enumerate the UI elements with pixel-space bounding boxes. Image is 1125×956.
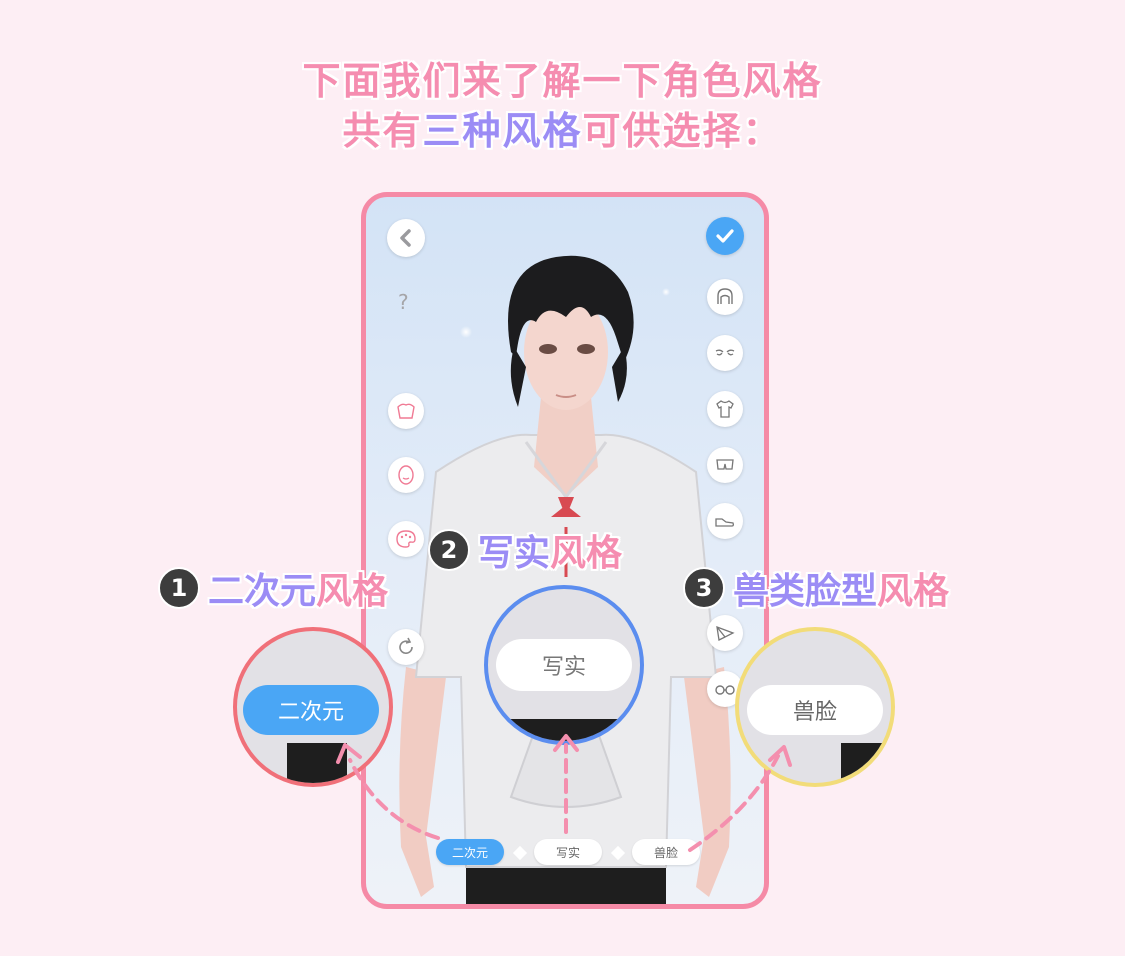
shirt-icon xyxy=(716,400,734,418)
zoom-beast-button: 兽脸 xyxy=(747,685,883,735)
reset-icon xyxy=(399,637,413,654)
intro-line-2-a: 共有 xyxy=(342,109,423,153)
fan-button[interactable] xyxy=(707,615,743,651)
body-button[interactable] xyxy=(388,393,424,429)
eyes-icon xyxy=(715,349,735,356)
tab-anime[interactable]: 二次元 xyxy=(436,839,504,865)
intro-line-1: 下面我们来了解一下角色风格 xyxy=(302,59,823,103)
body-icon xyxy=(397,403,415,419)
callout-beast: 3 兽类脸型 风格 xyxy=(683,562,949,614)
callout-title: 兽类脸型 xyxy=(733,571,878,612)
pants-icon xyxy=(716,459,734,470)
shirt-button[interactable] xyxy=(707,391,743,427)
face-icon xyxy=(398,465,414,485)
help-icon[interactable]: ? xyxy=(398,290,409,314)
callout-number: 2 xyxy=(428,529,470,571)
eyes-button[interactable] xyxy=(707,335,743,371)
callout-title: 二次元 xyxy=(208,571,317,612)
callout-realistic: 2 写实 风格 xyxy=(428,524,622,576)
intro-line-2: 共有三种风格可供选择： xyxy=(0,100,1125,155)
fan-icon xyxy=(716,626,735,641)
callout-suffix: 风格 xyxy=(877,571,950,612)
tab-beast[interactable]: 兽脸 xyxy=(632,839,700,865)
callout-anime: 1 二次元 风格 xyxy=(158,562,388,614)
hair-button[interactable] xyxy=(707,279,743,315)
zoom-realistic-button: 写实 xyxy=(496,639,632,691)
confirm-icon xyxy=(716,229,734,243)
glasses-icon xyxy=(715,685,735,695)
back-button[interactable] xyxy=(387,219,425,257)
intro-line-2-c: 可供选择： xyxy=(582,109,783,153)
palette-icon xyxy=(396,530,416,548)
palette-button[interactable] xyxy=(388,521,424,557)
tab-realistic[interactable]: 写实 xyxy=(534,839,602,865)
zoom-beast: 兽脸 xyxy=(735,627,895,787)
callout-title: 写实 xyxy=(478,533,551,574)
face-button[interactable] xyxy=(388,457,424,493)
callout-number: 1 xyxy=(158,567,200,609)
shoes-button[interactable] xyxy=(707,503,743,539)
back-icon xyxy=(400,229,411,247)
callout-suffix: 风格 xyxy=(316,571,389,612)
intro-line-2-b: 三种风格 xyxy=(422,109,583,153)
zoom-realistic: 写实 xyxy=(484,585,644,745)
reset-button[interactable] xyxy=(388,629,424,665)
callout-number: 3 xyxy=(683,567,725,609)
shoes-icon xyxy=(715,518,734,527)
zoom-anime-button: 二次元 xyxy=(243,685,379,735)
hair-icon xyxy=(717,288,733,304)
pants-button[interactable] xyxy=(707,447,743,483)
callout-suffix: 风格 xyxy=(550,533,623,574)
confirm-button[interactable] xyxy=(706,217,744,255)
zoom-anime: 二次元 xyxy=(233,627,393,787)
